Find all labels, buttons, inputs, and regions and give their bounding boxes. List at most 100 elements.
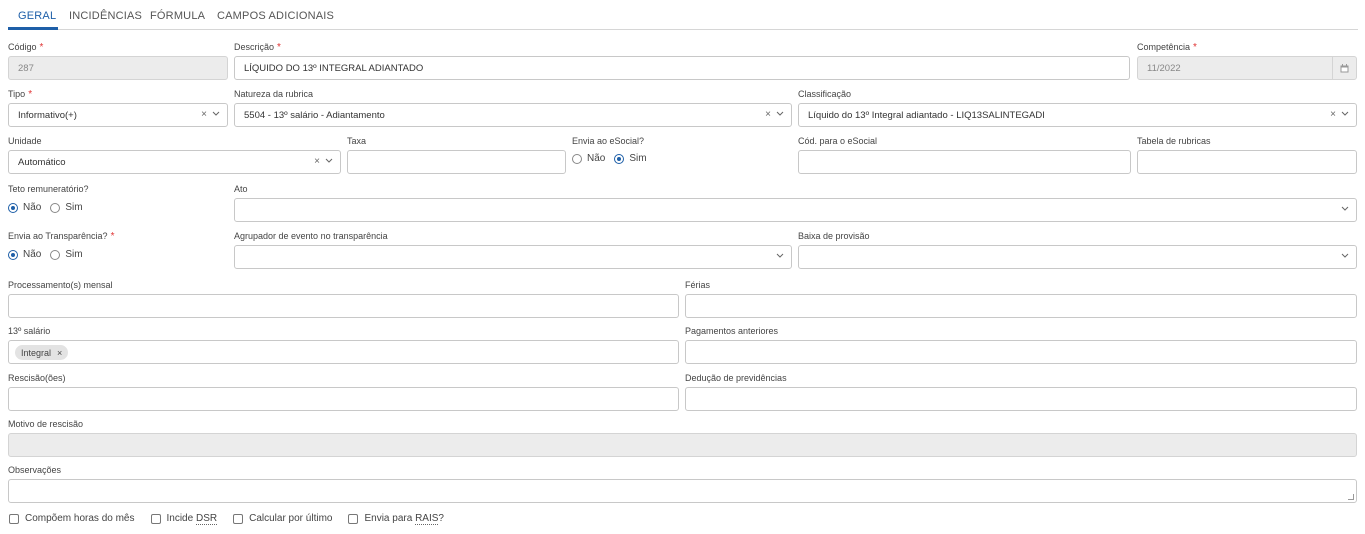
classificacao-select[interactable]: Líquido do 13º Integral adiantado - LIQ1… [798,103,1357,127]
radio-label: Não [23,202,42,213]
active-tab-indicator [8,27,58,30]
transparencia-nao-option[interactable]: Não [8,249,41,260]
tab-campos-adicionais[interactable]: CAMPOS ADICIONAIS [217,10,334,22]
checkbox-compoem-horas[interactable]: Compõem horas do mês [9,513,135,524]
radio-icon [50,202,61,213]
unidade-value: Automático [18,157,66,168]
competencia-value: 11/2022 [1147,63,1181,74]
options-checkboxes: Compõem horas do mês Incide DSR Calcular… [9,513,460,525]
ato-select[interactable] [234,198,1357,222]
decimo-label: 13º salário [8,326,51,336]
checkbox-label: Calcular por último [249,513,333,524]
agrupador-label: Agrupador de evento no transparência [234,231,388,241]
taxa-input[interactable] [347,150,566,174]
tabela-input[interactable] [1137,150,1357,174]
clear-icon[interactable]: × [765,109,771,121]
baixa-label: Baixa de provisão [798,231,870,241]
chip-integral: Integral × [15,345,69,360]
codigo-value: 287 [18,63,34,74]
checkbox-icon [348,513,359,524]
chip-label: Integral [21,347,52,358]
deducao-input[interactable] [685,387,1357,411]
ato-label: Ato [234,184,248,194]
tab-bar: GERAL INCIDÊNCIAS FÓRMULA CAMPOS ADICION… [8,0,1358,30]
chevron-down-icon[interactable] [1341,204,1349,216]
radio-label: Sim [65,202,83,213]
processamento-input[interactable] [8,294,679,318]
tab-incidencias[interactable]: INCIDÊNCIAS [69,10,142,22]
chevron-down-icon[interactable] [1341,251,1349,263]
radio-icon [572,153,582,164]
radio-label: Não [23,249,42,260]
natureza-label: Natureza da rubrica [234,89,314,99]
checkbox-label: Incide DSR [166,513,218,525]
unidade-select[interactable]: Automático × [8,150,341,174]
pagamentos-input[interactable] [685,340,1357,364]
codigo-field[interactable]: 287 [8,56,228,80]
clear-icon[interactable]: × [201,109,207,121]
competencia-label: Competência * [1137,42,1197,53]
resize-handle-icon[interactable] [1348,494,1354,500]
observacoes-textarea[interactable] [8,479,1357,503]
observacoes-label: Observações [8,465,62,475]
tab-formula[interactable]: FÓRMULA [150,10,205,22]
radio-checked-icon [614,153,625,164]
calendar-icon[interactable] [1332,57,1356,79]
clear-icon[interactable]: × [314,156,320,168]
baixa-select[interactable] [798,245,1357,269]
radio-label: Não [587,153,606,164]
radio-icon [50,249,61,260]
rescisao-input[interactable] [8,387,679,411]
chevron-down-icon[interactable] [1341,109,1349,121]
descricao-field[interactable]: LÍQUIDO DO 13º INTEGRAL ADIANTADO [234,56,1130,80]
rescisao-label: Rescisão(ões) [8,373,66,383]
cod-esocial-input[interactable] [798,150,1131,174]
chevron-down-icon[interactable] [325,156,333,168]
classificacao-value: Líquido do 13º Integral adiantado - LIQ1… [808,110,1045,121]
motivo-label: Motivo de rescisão [8,419,84,429]
radio-checked-icon [8,202,18,213]
natureza-select[interactable]: 5504 - 13º salário - Adiantamento × [234,103,792,127]
cod-esocial-label: Cód. para o eSocial [798,136,878,146]
tipo-select[interactable]: Informativo(+) × [8,103,228,127]
natureza-value: 5504 - 13º salário - Adiantamento [244,110,385,121]
checkbox-icon [9,513,19,524]
teto-radio-group: Não Sim [8,202,92,213]
radio-label: Sim [629,153,647,164]
close-icon[interactable]: × [57,348,62,358]
tab-geral[interactable]: GERAL [18,10,56,22]
motivo-field[interactable] [8,433,1357,457]
chevron-down-icon[interactable] [776,109,784,121]
teto-sim-option[interactable]: Sim [50,202,83,213]
descricao-label: Descrição * [234,42,281,53]
ferias-input[interactable] [685,294,1357,318]
decimo-multiselect[interactable]: Integral × [8,340,679,364]
esocial-radio-group: Não Sim [572,153,656,164]
agrupador-select[interactable] [234,245,792,269]
codigo-label: Código * [8,42,44,53]
competencia-field[interactable]: 11/2022 [1137,56,1357,80]
deducao-label: Dedução de previdências [685,373,787,383]
taxa-label: Taxa [347,136,367,146]
checkbox-calcular-ultimo[interactable]: Calcular por último [233,513,332,524]
pagamentos-label: Pagamentos anteriores [685,326,779,336]
esocial-label: Envia ao eSocial? [572,136,645,146]
checkbox-incide-dsr[interactable]: Incide DSR [150,513,218,525]
teto-label: Teto remuneratório? [8,184,89,194]
esocial-nao-option[interactable]: Não [572,153,605,164]
tabela-label: Tabela de rubricas [1137,136,1211,146]
teto-nao-option[interactable]: Não [8,202,41,213]
ferias-label: Férias [685,280,711,290]
processamento-label: Processamento(s) mensal [8,280,113,290]
chevron-down-icon[interactable] [212,109,220,121]
chevron-down-icon[interactable] [776,251,784,263]
tipo-label: Tipo * [8,89,33,100]
transparencia-sim-option[interactable]: Sim [50,249,83,260]
checkbox-icon [233,513,244,524]
transparencia-label: Envia ao Transparência? * [8,231,115,242]
descricao-value: LÍQUIDO DO 13º INTEGRAL ADIANTADO [244,63,424,74]
checkbox-envia-rais[interactable]: Envia para RAIS? [348,513,444,525]
clear-icon[interactable]: × [1330,109,1336,121]
esocial-sim-option[interactable]: Sim [614,153,647,164]
tipo-value: Informativo(+) [18,110,77,121]
